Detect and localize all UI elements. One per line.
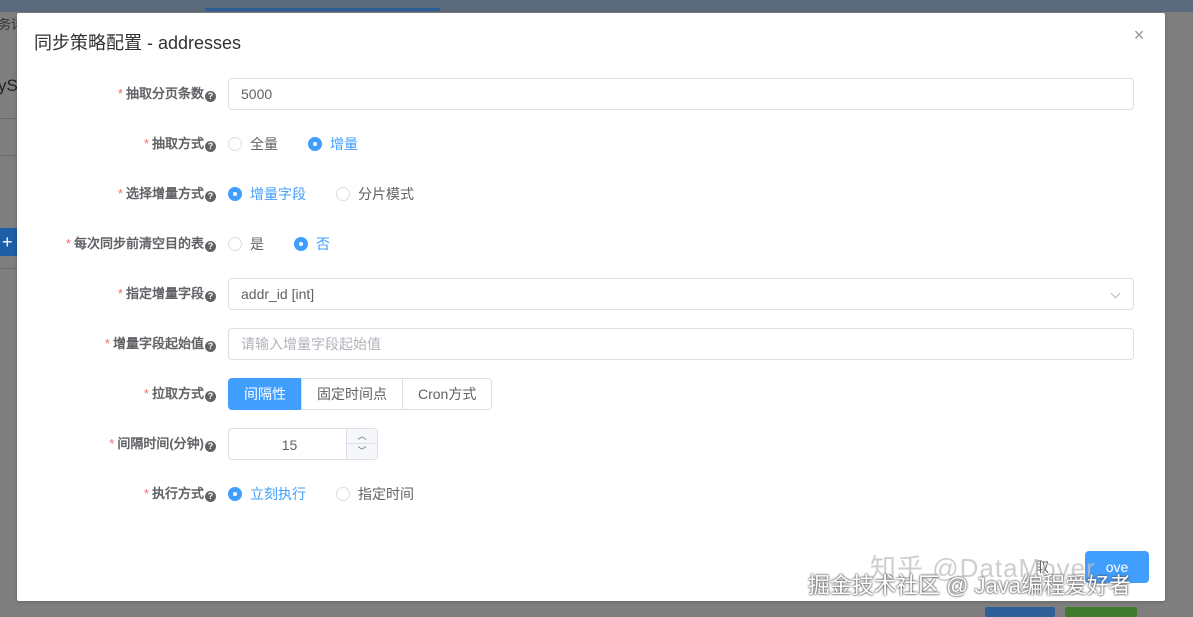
exec-mode-label: 执行方式 (151, 486, 204, 501)
radio-label: 立刻执行 (250, 486, 306, 502)
incremental-mode-label: 选择增量方式 (125, 186, 204, 201)
help-icon[interactable]: ? (205, 341, 216, 352)
required-asterisk: * (117, 286, 123, 301)
background-active-tab-indicator (205, 8, 440, 11)
pull-mode-label: 拉取方式 (151, 386, 204, 401)
form-label: * 抽取方式? (144, 128, 216, 160)
pull-mode-interval-button[interactable]: 间隔性 (228, 378, 302, 410)
interval-label: 间隔时间(分钟) (117, 436, 204, 451)
incremental-field-label: 指定增量字段 (125, 286, 204, 301)
background-divider (0, 118, 17, 119)
background-topbar (0, 0, 1193, 12)
increase-icon[interactable]: ︿ (346, 429, 377, 444)
decrease-icon[interactable]: ﹀ (346, 444, 377, 459)
form-label: * 执行方式? (144, 478, 216, 510)
form-row-pull-mode: * 拉取方式? 间隔性 固定时间点 Cron方式 (17, 378, 1165, 410)
background-blue-button (985, 607, 1055, 617)
radio-circle[interactable] (336, 187, 350, 201)
incremental-start-label: 增量字段起始值 (112, 336, 204, 351)
background-text: yS (0, 76, 18, 95)
radio-circle-checked[interactable] (228, 187, 242, 201)
form-label: * 指定增量字段? (118, 278, 216, 310)
interval-stepper: ︿ ﹀ (228, 428, 378, 461)
help-icon[interactable]: ? (205, 241, 216, 252)
radio-label: 指定时间 (358, 486, 414, 502)
incremental-start-input[interactable] (228, 328, 1134, 360)
form-row-truncate-target: * 每次同步前清空目的表? 是 否 (17, 228, 1165, 260)
radio-label: 是 (250, 236, 264, 252)
radio-incremental-field[interactable]: 增量字段 (228, 184, 306, 204)
help-icon[interactable]: ? (205, 441, 216, 452)
watermark-juejin: 掘金技术社区 @ Java编程爱好者 (808, 573, 1132, 598)
form-row-incremental-field: * 指定增量字段? addr_id [int] (17, 278, 1165, 310)
required-asterisk: * (65, 236, 71, 251)
background-divider (0, 155, 17, 156)
background-green-button (1065, 607, 1137, 617)
help-icon[interactable]: ? (205, 391, 216, 402)
form-label: * 抽取分页条数? (118, 78, 216, 110)
radio-label: 分片模式 (358, 186, 414, 202)
radio-circle-checked[interactable] (228, 487, 242, 501)
page-size-input[interactable] (228, 78, 1134, 110)
radio-circle[interactable] (228, 137, 242, 151)
form-row-incremental-start: * 增量字段起始值? (17, 328, 1165, 360)
help-icon[interactable]: ? (205, 91, 216, 102)
truncate-target-label: 每次同步前清空目的表 (73, 236, 204, 251)
radio-run-now[interactable]: 立刻执行 (228, 484, 306, 504)
radio-yes[interactable]: 是 (228, 234, 264, 254)
page-size-label: 抽取分页条数 (125, 86, 204, 101)
radio-label: 增量 (330, 136, 358, 152)
select-value: addr_id [int] (241, 286, 315, 302)
form-label: * 拉取方式? (144, 378, 216, 410)
background-divider (0, 268, 17, 269)
form-label: * 间隔时间(分钟)? (109, 428, 216, 460)
pull-mode-fixed-time-button[interactable]: 固定时间点 (301, 378, 403, 410)
radio-shard-mode[interactable]: 分片模式 (336, 184, 414, 204)
help-icon[interactable]: ? (205, 141, 216, 152)
form-label: * 选择增量方式? (118, 178, 216, 210)
radio-scheduled-time[interactable]: 指定时间 (336, 484, 414, 504)
required-asterisk: * (143, 136, 149, 151)
required-asterisk: * (117, 186, 123, 201)
dialog-title: 同步策略配置 - addresses (34, 33, 242, 53)
help-icon[interactable]: ? (205, 291, 216, 302)
radio-incremental[interactable]: 增量 (308, 134, 358, 154)
close-icon[interactable]: × (1129, 25, 1149, 45)
required-asterisk: * (143, 486, 149, 501)
form-row-extract-mode: * 抽取方式? 全量 增量 (17, 128, 1165, 160)
required-asterisk: * (143, 386, 149, 401)
radio-label: 否 (316, 236, 330, 252)
background-add-button: + (0, 228, 17, 256)
radio-label: 全量 (250, 136, 278, 152)
form-row-exec-mode: * 执行方式? 立刻执行 指定时间 (17, 478, 1165, 510)
required-asterisk: * (109, 436, 115, 451)
radio-circle-checked[interactable] (294, 237, 308, 251)
help-icon[interactable]: ? (205, 191, 216, 202)
radio-circle[interactable] (228, 237, 242, 251)
required-asterisk: * (104, 336, 110, 351)
extract-mode-label: 抽取方式 (151, 136, 204, 151)
radio-circle[interactable] (336, 487, 350, 501)
incremental-field-select[interactable]: addr_id [int] (228, 278, 1134, 310)
radio-label: 增量字段 (250, 186, 306, 202)
interval-input[interactable] (229, 429, 350, 461)
radio-circle-checked[interactable] (308, 137, 322, 151)
help-icon[interactable]: ? (205, 491, 216, 502)
form-label: * 增量字段起始值? (105, 328, 216, 360)
form-row-incremental-mode: * 选择增量方式? 增量字段 分片模式 (17, 178, 1165, 210)
form-row-page-size: * 抽取分页条数? (17, 78, 1165, 110)
sync-strategy-dialog: 同步策略配置 - addresses × *抽取分页条数? *抽取方式? 全量 … (17, 13, 1165, 601)
form-row-interval: *间隔时间(分钟)? ︿ ﹀ (17, 428, 1165, 461)
required-asterisk: * (117, 86, 123, 101)
radio-full[interactable]: 全量 (228, 134, 278, 154)
form-label: * 每次同步前清空目的表? (66, 228, 216, 260)
pull-mode-cron-button[interactable]: Cron方式 (402, 378, 493, 410)
chevron-down-icon (1110, 288, 1121, 299)
radio-no[interactable]: 否 (294, 234, 330, 254)
